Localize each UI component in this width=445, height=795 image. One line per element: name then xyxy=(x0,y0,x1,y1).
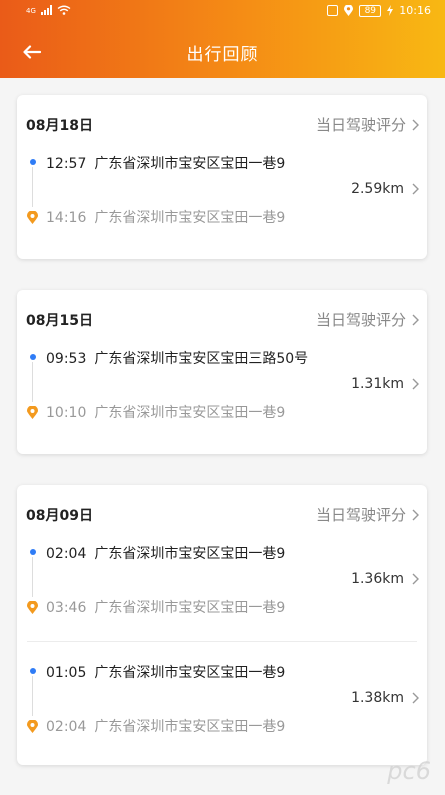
watermark-logo: pc6 xyxy=(387,757,431,785)
end-pin-icon xyxy=(27,720,38,733)
day-date: 08月09日 xyxy=(26,508,93,524)
clock: 10:16 xyxy=(399,4,431,17)
end-address: 广东省深圳市宝安区宝田一巷9 xyxy=(94,600,286,616)
end-time: 14:16 xyxy=(46,210,87,226)
trip-end: 02:04 广东省深圳市宝安区宝田一巷9 xyxy=(46,716,285,736)
distance-value: 2.59km xyxy=(351,181,404,197)
end-pin-icon xyxy=(27,211,38,224)
status-left: 4G xyxy=(26,5,71,15)
start-dot-icon xyxy=(30,354,36,360)
end-time: 03:46 xyxy=(46,600,87,616)
nfc-icon xyxy=(327,5,339,16)
status-bar: 4G 89 10:16 xyxy=(0,0,445,24)
trip-row[interactable]: 01:05 广东省深圳市宝安区宝田一巷9 1.38km 02:04 广东省深圳市宝安… xyxy=(27,641,419,761)
end-time: 02:04 xyxy=(46,719,87,735)
chevron-right-icon xyxy=(412,692,419,704)
chevron-right-icon xyxy=(412,119,419,130)
status-right: 89 10:16 xyxy=(327,4,431,17)
daily-score-link[interactable]: 当日驾驶评分 xyxy=(316,309,419,330)
end-time: 10:10 xyxy=(46,405,87,421)
location-icon xyxy=(344,5,354,16)
end-pin-icon xyxy=(27,406,38,419)
charging-icon xyxy=(387,5,394,16)
signal-icon xyxy=(40,5,52,15)
trip-start: 01:05 广东省深圳市宝安区宝田一巷9 xyxy=(46,662,285,682)
app-header: 4G 89 10:16 出行回顾 xyxy=(0,0,445,78)
trip-row[interactable]: 09:53 广东省深圳市宝安区宝田三路50号 1.31km 10:10 广东省深圳市… xyxy=(17,346,427,462)
trip-start: 12:57 广东省深圳市宝安区宝田一巷9 xyxy=(46,153,285,173)
day-date: 08月15日 xyxy=(26,313,93,329)
distance-value: 1.31km xyxy=(351,376,404,392)
route-line xyxy=(32,557,33,597)
start-dot-icon xyxy=(30,159,36,165)
daily-score-label: 当日驾驶评分 xyxy=(315,116,406,134)
day-card: 08月18日 当日驾驶评分 12:57 广东省深圳市宝安区宝田一巷9 2.59km… xyxy=(17,95,427,259)
end-pin-icon xyxy=(27,601,38,614)
day-card: 08月15日 当日驾驶评分 09:53 广东省深圳市宝安区宝田三路50号 1.31… xyxy=(17,290,427,454)
chevron-right-icon xyxy=(412,573,419,585)
network-type: 4G xyxy=(26,7,36,15)
trip-start: 02:04 广东省深圳市宝安区宝田一巷9 xyxy=(46,543,285,563)
route-line xyxy=(32,167,33,207)
end-address: 广东省深圳市宝安区宝田一巷9 xyxy=(94,405,286,421)
daily-score-label: 当日驾驶评分 xyxy=(315,311,406,329)
distance-value: 1.38km xyxy=(351,690,404,706)
start-time: 09:53 xyxy=(46,351,87,367)
trip-distance[interactable]: 1.31km xyxy=(351,376,419,392)
start-address: 广东省深圳市宝安区宝田一巷9 xyxy=(94,156,286,172)
start-time: 02:04 xyxy=(46,546,87,562)
day-date: 08月18日 xyxy=(26,118,93,134)
chevron-right-icon xyxy=(412,509,419,520)
trip-row[interactable]: 12:57 广东省深圳市宝安区宝田一巷9 2.59km 14:16 广东省深圳市宝安… xyxy=(17,151,427,267)
daily-score-link[interactable]: 当日驾驶评分 xyxy=(316,504,419,525)
end-address: 广东省深圳市宝安区宝田一巷9 xyxy=(94,719,286,735)
start-address: 广东省深圳市宝安区宝田一巷9 xyxy=(94,546,286,562)
chevron-right-icon xyxy=(412,183,419,195)
wifi-icon xyxy=(57,5,71,15)
start-address: 广东省深圳市宝安区宝田一巷9 xyxy=(94,665,286,681)
nav-bar: 出行回顾 xyxy=(0,30,445,74)
daily-score-label: 当日驾驶评分 xyxy=(315,506,406,524)
distance-value: 1.36km xyxy=(351,571,404,587)
day-card: 08月09日 当日驾驶评分 02:04 广东省深圳市宝安区宝田一巷9 1.36km… xyxy=(17,485,427,765)
start-time: 12:57 xyxy=(46,156,87,172)
trip-distance[interactable]: 2.59km xyxy=(351,181,419,197)
page-title: 出行回顾 xyxy=(186,45,259,65)
day-card-header: 08月09日 当日驾驶评分 xyxy=(17,485,427,541)
end-address: 广东省深圳市宝安区宝田一巷9 xyxy=(94,210,286,226)
trip-distance[interactable]: 1.36km xyxy=(351,571,419,587)
start-dot-icon xyxy=(30,668,36,674)
trip-end: 14:16 广东省深圳市宝安区宝田一巷9 xyxy=(46,207,285,227)
trip-end: 03:46 广东省深圳市宝安区宝田一巷9 xyxy=(46,597,285,617)
route-line xyxy=(32,676,33,716)
start-address: 广东省深圳市宝安区宝田三路50号 xyxy=(94,351,309,367)
daily-score-link[interactable]: 当日驾驶评分 xyxy=(316,114,419,135)
day-card-header: 08月18日 当日驾驶评分 xyxy=(17,95,427,151)
trip-end: 10:10 广东省深圳市宝安区宝田一巷9 xyxy=(46,402,285,422)
trip-distance[interactable]: 1.38km xyxy=(351,690,419,706)
chevron-right-icon xyxy=(412,314,419,325)
start-dot-icon xyxy=(30,549,36,555)
day-card-header: 08月15日 当日驾驶评分 xyxy=(17,290,427,346)
trip-start: 09:53 广东省深圳市宝安区宝田三路50号 xyxy=(46,348,308,368)
start-time: 01:05 xyxy=(46,665,87,681)
route-line xyxy=(32,362,33,402)
chevron-right-icon xyxy=(412,378,419,390)
battery-icon: 89 xyxy=(359,4,382,17)
trip-row[interactable]: 02:04 广东省深圳市宝安区宝田一巷9 1.36km 03:46 广东省深圳市宝安… xyxy=(17,541,427,641)
